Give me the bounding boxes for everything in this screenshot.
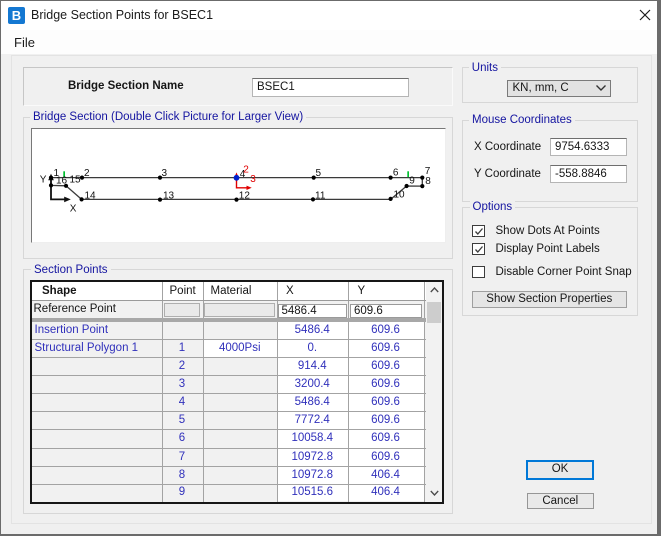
svg-text:8: 8 xyxy=(425,176,431,187)
svg-text:X: X xyxy=(70,204,77,215)
svg-text:13: 13 xyxy=(163,190,175,201)
svg-text:2: 2 xyxy=(84,168,90,179)
svg-text:Y: Y xyxy=(40,174,47,185)
svg-text:14: 14 xyxy=(85,191,97,202)
svg-text:12: 12 xyxy=(239,191,251,202)
svg-text:16: 16 xyxy=(56,176,68,187)
svg-text:3: 3 xyxy=(162,168,168,179)
svg-text:6: 6 xyxy=(393,168,399,179)
svg-text:10: 10 xyxy=(394,189,406,200)
svg-text:9: 9 xyxy=(409,176,415,187)
svg-text:3: 3 xyxy=(250,174,256,185)
svg-text:2: 2 xyxy=(243,165,249,176)
svg-text:11: 11 xyxy=(315,190,326,201)
svg-text:15: 15 xyxy=(70,175,82,186)
svg-text:5: 5 xyxy=(316,168,322,179)
